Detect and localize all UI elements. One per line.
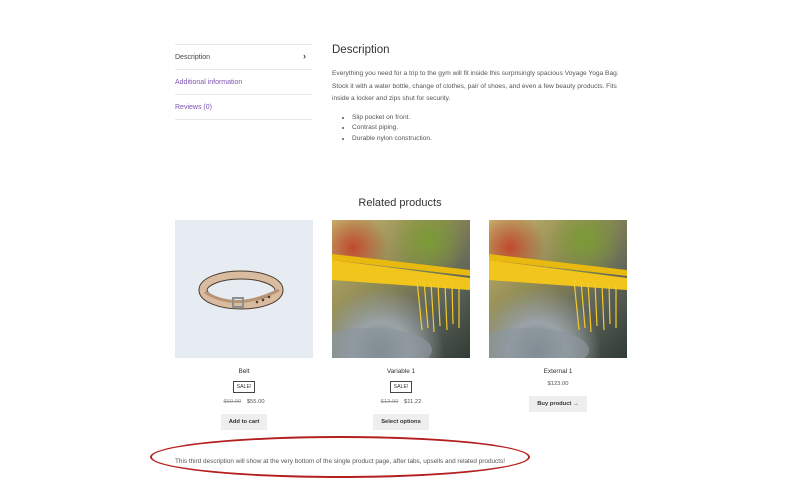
product-image-belt[interactable] <box>175 220 313 358</box>
pasta-image-icon <box>489 254 627 358</box>
annotation-oval <box>150 436 530 478</box>
related-products-grid: Belt SALE! $60.00 $55.00 Add to cart Var… <box>175 220 627 435</box>
third-description-note: This third description will show at the … <box>175 458 506 465</box>
product-card-external-1: External 1 $123.00 Buy product → <box>489 220 627 412</box>
product-name[interactable]: External 1 <box>489 368 627 375</box>
chevron-right-icon: › <box>303 51 306 61</box>
tab-reviews-label: Reviews (0) <box>175 103 212 111</box>
description-paragraph: Everything you need for a trip to the gy… <box>332 70 619 103</box>
tab-additional-information[interactable]: Additional information <box>175 70 312 95</box>
sale-badge: SALE! <box>232 381 256 393</box>
buy-product-button[interactable]: Buy product → <box>529 396 587 412</box>
tab-description-label: Description <box>175 53 211 61</box>
product-name[interactable]: Belt <box>175 368 313 375</box>
related-products-title: Related products <box>358 197 442 209</box>
pasta-image-icon <box>332 254 470 358</box>
feature-item: Durable nylon construction. <box>352 134 632 145</box>
product-image-variable-1[interactable] <box>332 220 470 358</box>
description-panel: Description Everything you need for a tr… <box>332 44 632 144</box>
feature-item: Contrast piping. <box>352 123 632 134</box>
sale-badge: SALE! <box>389 381 413 393</box>
product-name[interactable]: Variable 1 <box>332 368 470 375</box>
add-to-cart-button[interactable]: Add to cart <box>220 414 268 430</box>
product-image-external-1[interactable] <box>489 220 627 358</box>
tab-description[interactable]: Description › <box>175 45 312 70</box>
product-tabs: Description › Additional information Rev… <box>175 44 312 120</box>
feature-item: Slip pocket on front. <box>352 113 632 124</box>
select-options-button[interactable]: Select options <box>373 414 429 430</box>
feature-list: Slip pocket on front. Contrast piping. D… <box>332 113 632 145</box>
tab-additional-information-label: Additional information <box>175 78 243 86</box>
product-card-variable-1: Variable 1 SALE! $12.00 $11.22 Select op… <box>332 220 470 430</box>
product-card-belt: Belt SALE! $60.00 $55.00 Add to cart <box>175 220 313 430</box>
description-heading: Description <box>332 44 390 56</box>
tab-reviews[interactable]: Reviews (0) <box>175 95 312 120</box>
belt-image-icon <box>198 270 284 310</box>
